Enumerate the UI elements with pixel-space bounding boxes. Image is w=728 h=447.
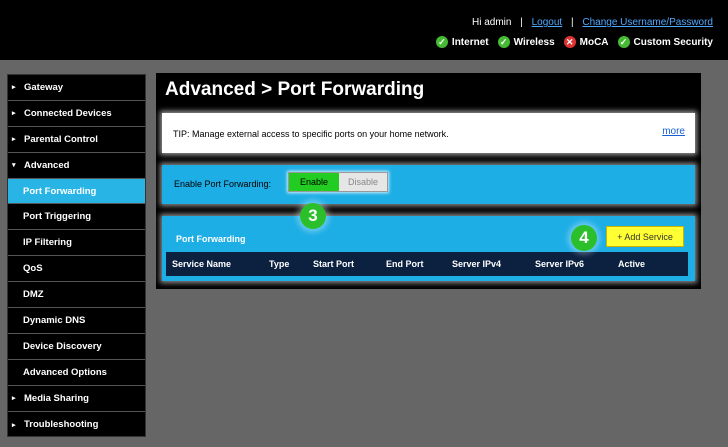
chevron-right-icon: ▸ <box>12 395 16 403</box>
chevron-down-icon: ▾ <box>12 162 16 170</box>
sidebar-item-label: Advanced Options <box>23 366 107 378</box>
sidebar-item-label: Device Discovery <box>23 340 102 352</box>
sidebar-item-label: Gateway <box>24 81 64 93</box>
chevron-right-icon: ▸ <box>12 84 16 92</box>
sidebar-item-label: Parental Control <box>24 133 98 145</box>
sidebar-item-advanced[interactable]: ▾ Advanced <box>8 153 145 179</box>
x-circle-icon: ✕ <box>563 36 576 48</box>
port-forwarding-toggle: Enable Disable <box>288 172 388 192</box>
sidebar-item-port-forwarding[interactable]: Port Forwarding <box>8 178 145 205</box>
status-moca: ✕ MoCA <box>563 36 609 48</box>
tip-box: TIP: Manage external access to specific … <box>162 113 695 153</box>
sidebar-item-label: Port Triggering <box>23 211 92 223</box>
column-end-port: End Port <box>386 259 424 269</box>
status-wireless: ✓ Wireless <box>497 36 555 48</box>
step-4-badge: 4 <box>571 225 597 251</box>
add-service-button[interactable]: + Add Service <box>606 226 684 247</box>
status-label: Custom Security <box>633 36 713 48</box>
status-indicators: ✓ Internet ✓ Wireless ✕ MoCA ✓ Custom Se… <box>435 36 713 48</box>
column-service-name: Service Name <box>172 259 232 269</box>
sidebar-item-port-triggering[interactable]: Port Triggering <box>8 204 145 231</box>
column-active: Active <box>618 259 646 269</box>
logout-link[interactable]: Logout <box>532 17 563 28</box>
enable-section: Enable Port Forwarding: Enable Disable <box>162 165 695 204</box>
status-label: Internet <box>451 36 489 48</box>
sidebar-item-label: IP Filtering <box>23 237 72 249</box>
sidebar-item-parental-control[interactable]: ▸ Parental Control <box>8 127 145 153</box>
sidebar-item-device-discovery[interactable]: Device Discovery <box>8 334 145 360</box>
more-link[interactable]: more <box>662 126 685 137</box>
sidebar-item-label: Port Forwarding <box>23 185 97 197</box>
status-internet: ✓ Internet <box>435 36 489 48</box>
sidebar-item-label: Media Sharing <box>24 392 89 404</box>
chevron-right-icon: ▸ <box>12 136 16 144</box>
disable-button[interactable]: Disable <box>339 173 387 191</box>
sidebar-item-gateway[interactable]: ▸ Gateway <box>8 75 145 101</box>
sidebar-item-label: Advanced <box>24 159 70 171</box>
port-forwarding-section: Port Forwarding + Add Service Service Na… <box>162 216 695 281</box>
sidebar-item-label: QoS <box>23 263 43 275</box>
check-circle-icon: ✓ <box>435 36 448 48</box>
change-credentials-link[interactable]: Change Username/Password <box>582 17 713 28</box>
sidebar-item-troubleshooting[interactable]: ▸ Troubleshooting <box>8 412 145 438</box>
top-header: Hi admin | Logout | Change Username/Pass… <box>0 0 728 60</box>
sidebar-item-label: Dynamic DNS <box>23 314 86 326</box>
sidebar-item-connected-devices[interactable]: ▸ Connected Devices <box>8 101 145 127</box>
column-server-ipv4: Server IPv4 <box>452 259 502 269</box>
separator: | <box>520 17 523 28</box>
column-start-port: Start Port <box>313 259 355 269</box>
greeting-text: Hi admin <box>471 17 512 28</box>
sidebar-item-dynamic-dns[interactable]: Dynamic DNS <box>8 308 145 334</box>
sidebar-item-media-sharing[interactable]: ▸ Media Sharing <box>8 386 145 412</box>
sidebar-item-advanced-options[interactable]: Advanced Options <box>8 360 145 386</box>
step-3-badge: 3 <box>300 203 326 229</box>
check-circle-icon: ✓ <box>617 36 630 48</box>
sidebar-item-qos[interactable]: QoS <box>8 256 145 283</box>
enable-button[interactable]: Enable <box>289 173 339 191</box>
status-custom-security: ✓ Custom Security <box>617 36 713 48</box>
status-label: Wireless <box>513 36 555 48</box>
check-circle-icon: ✓ <box>497 36 510 48</box>
column-type: Type <box>269 259 290 269</box>
separator: | <box>570 17 574 28</box>
enable-label: Enable Port Forwarding: <box>174 179 272 189</box>
sidebar-item-dmz[interactable]: DMZ <box>8 282 145 309</box>
user-links: Hi admin | Logout | Change Username/Pass… <box>472 17 713 28</box>
sidebar-item-label: DMZ <box>23 289 44 301</box>
status-label: MoCA <box>579 36 609 48</box>
sidebar-item-ip-filtering[interactable]: IP Filtering <box>8 230 145 257</box>
chevron-right-icon: ▸ <box>12 421 16 429</box>
sidebar-item-label: Connected Devices <box>24 107 112 119</box>
page-title: Advanced > Port Forwarding <box>165 79 425 100</box>
section-title: Port Forwarding <box>176 234 246 244</box>
table-header: Service Name Type Start Port End Port Se… <box>166 252 688 276</box>
tip-text: TIP: Manage external access to specific … <box>173 129 449 139</box>
main-panel: Advanced > Port Forwarding TIP: Manage e… <box>156 73 701 289</box>
chevron-right-icon: ▸ <box>12 110 16 118</box>
sidebar-nav: ▸ Gateway ▸ Connected Devices ▸ Parental Co… <box>7 74 146 437</box>
sidebar-item-label: Troubleshooting <box>24 419 99 431</box>
column-server-ipv6: Server IPv6 <box>535 259 585 269</box>
